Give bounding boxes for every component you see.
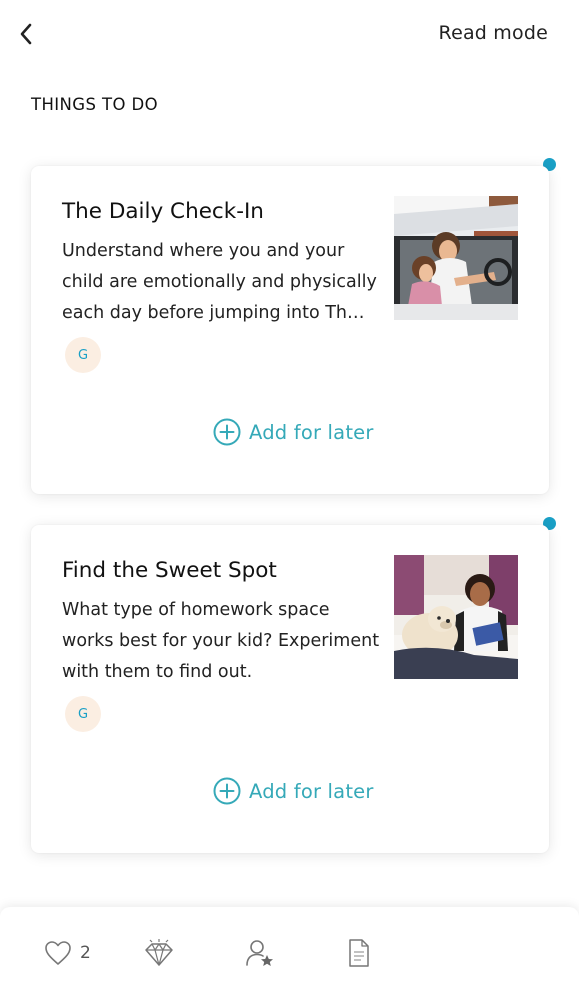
bottom-action-bar: 2 (0, 907, 579, 1000)
heart-icon (45, 941, 71, 965)
card-title: The Daily Check-In (62, 199, 264, 224)
add-for-later-button[interactable]: Add for later (212, 417, 374, 447)
card-description: What type of homework space works best f… (62, 600, 380, 682)
back-button[interactable] (12, 20, 40, 48)
add-for-later-button[interactable]: Add for later (212, 776, 374, 806)
activity-card[interactable]: Find the Sweet Spot What type of homewor… (31, 525, 549, 853)
document-button[interactable] (347, 937, 371, 969)
section-title: THINGS TO DO (31, 95, 159, 114)
read-mode-button[interactable]: Read mode (439, 22, 548, 44)
user-star-icon (246, 940, 273, 966)
plus-circle-icon (213, 777, 241, 805)
like-button[interactable]: 2 (44, 937, 91, 969)
card-title: Find the Sweet Spot (62, 558, 277, 583)
user-star-button[interactable] (245, 937, 275, 969)
diamond-button[interactable] (144, 937, 174, 969)
grade-badge: G (65, 696, 101, 732)
plus-circle-icon (213, 418, 241, 446)
grade-badge: G (65, 337, 101, 373)
mother-and-daughter-in-car-photo (394, 196, 518, 320)
activity-card[interactable]: The Daily Check-In Understand where you … (31, 166, 549, 494)
card-thumbnail (394, 196, 518, 320)
top-bar: Read mode (0, 0, 579, 70)
diamond-icon (145, 939, 173, 966)
like-count: 2 (80, 943, 91, 963)
add-for-later-label: Add for later (249, 420, 374, 444)
girl-with-dog-doing-homework-photo (394, 555, 518, 679)
document-icon (349, 939, 369, 967)
card-description: Understand where you and your child are … (62, 241, 377, 323)
add-for-later-label: Add for later (249, 779, 374, 803)
chevron-left-icon (20, 23, 32, 45)
card-thumbnail (394, 555, 518, 679)
